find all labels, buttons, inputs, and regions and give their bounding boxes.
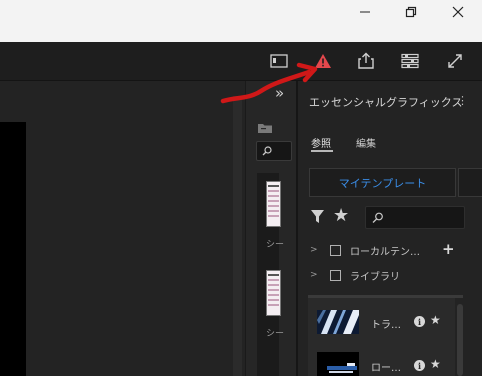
share-button[interactable] [355, 50, 377, 72]
panel-menu-icon[interactable]: ⋮ [457, 94, 468, 107]
my-templates-label: マイテンプレート [338, 176, 427, 190]
tree-item-label: ライブラリ [350, 271, 400, 283]
expand-icon [448, 54, 462, 68]
info-icon[interactable]: i [414, 360, 425, 371]
minimize-button[interactable] [342, 0, 388, 24]
settings-button[interactable] [399, 50, 421, 72]
program-monitor-panel [0, 81, 242, 376]
folder-icon[interactable] [257, 119, 273, 138]
share-export-icon [358, 52, 374, 69]
local-templates-checkbox[interactable] [330, 244, 341, 256]
close-icon [452, 6, 464, 18]
monitor-viewport [0, 122, 26, 376]
search-icon [262, 146, 272, 156]
chevron-right-icon[interactable]: > [310, 270, 324, 280]
add-folder-icon[interactable]: + [442, 240, 455, 258]
tree-item-label: ローカルテン… [350, 246, 420, 258]
search-icon [372, 212, 383, 223]
red-annotation-arrow [220, 62, 318, 104]
strip-thumbnail-label: シー [266, 329, 285, 339]
tab-browse[interactable]: 参照 [311, 135, 331, 150]
strip-thumbnail-label: シー [266, 240, 285, 250]
favorite-star-icon[interactable]: ★ [430, 313, 441, 327]
sliders-icon [401, 53, 419, 69]
restore-icon [405, 6, 417, 18]
strip-thumbnail[interactable] [266, 181, 281, 227]
fullscreen-button[interactable] [444, 50, 466, 72]
strip-thumbnail[interactable] [266, 270, 281, 316]
template-list-scrollbar[interactable] [457, 304, 463, 376]
restore-button[interactable] [388, 0, 434, 24]
tab-edit[interactable]: 編集 [356, 135, 376, 150]
adobe-stock-tab[interactable] [458, 168, 482, 197]
template-label: ロー… [371, 363, 401, 374]
favorite-star-icon[interactable]: ★ [430, 357, 441, 371]
close-button[interactable] [435, 0, 481, 24]
panel-scrollbar[interactable] [233, 96, 242, 376]
chevron-right-icon[interactable]: > [310, 245, 324, 255]
favorites-star-icon[interactable]: ★ [333, 205, 349, 226]
filter-icon[interactable] [310, 209, 325, 228]
strip-search-input[interactable] [256, 141, 292, 161]
libraries-checkbox[interactable] [330, 269, 341, 281]
my-templates-button[interactable]: マイテンプレート [309, 168, 456, 197]
info-icon[interactable]: i [414, 316, 425, 327]
minimize-icon [360, 11, 370, 13]
tree-item-libraries[interactable]: > ライブラリ [310, 264, 470, 286]
panel-title: エッセンシャルグラフィックス [309, 96, 463, 109]
template-search-input[interactable] [365, 206, 465, 229]
template-thumbnail-lowerthird [317, 352, 359, 376]
window-title-bar [0, 0, 482, 42]
template-label: トラ… [371, 320, 401, 331]
active-tab-indicator [311, 150, 333, 152]
template-thumbnail-lines [317, 310, 359, 334]
